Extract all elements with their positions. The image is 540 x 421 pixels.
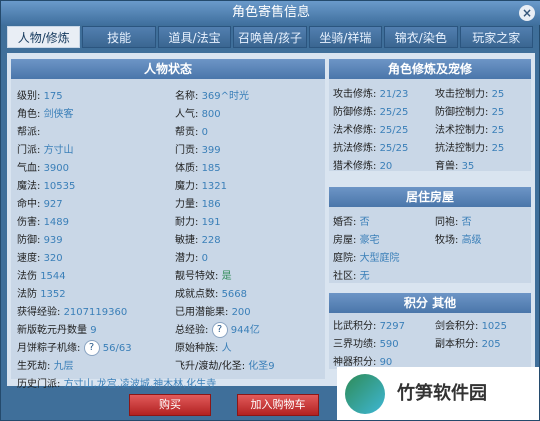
- training-hunting: 猎术修炼: 20: [333, 161, 393, 172]
- house-yard: 庭院: 大型庭院: [333, 253, 400, 264]
- training-attack: 攻击修炼: 21/23: [333, 89, 409, 100]
- house-panel: 居住房屋 婚否: 否 房屋: 豪宅 庭院: 大型庭院 社区: 无 同袍: 否 牧…: [329, 187, 531, 283]
- status-strength: 力量: 186: [175, 199, 221, 210]
- status-race: 原始种族: 人: [175, 343, 232, 354]
- status-magic: 魔力: 1321: [175, 181, 228, 192]
- status-hit: 命中: 927: [17, 199, 63, 210]
- add-to-cart-button[interactable]: 加入购物车: [237, 394, 319, 416]
- status-total-exp: 总经验: ? 944亿: [175, 322, 260, 338]
- house-married: 婚否: 否: [333, 217, 370, 228]
- status-header: 人物状态: [11, 59, 325, 79]
- status-mp: 魔法: 10535: [17, 181, 76, 192]
- training-header: 角色修炼及宠修: [329, 59, 531, 79]
- status-calamity: 生死劫: 九层: [17, 361, 74, 372]
- status-constitution: 体质: 185: [175, 163, 221, 174]
- status-magic-defense: 法防 1352: [17, 289, 66, 300]
- status-history-school: 历史门派: 方寸山,龙宫,凌波城,神木林,化生寺: [17, 379, 217, 390]
- status-damage: 伤害: 1489: [17, 217, 70, 228]
- training-resist: 抗法修炼: 25/25: [333, 143, 409, 154]
- training-panel: 角色修炼及宠修 攻击修炼: 21/23 防御修炼: 25/25 法术修炼: 25…: [329, 59, 531, 172]
- title-bar: 角色寄售信息 ×: [1, 1, 540, 25]
- points-sword-meet: 剑会积分: 1025: [435, 321, 508, 332]
- status-role: 角色: 剑侠客: [17, 109, 74, 120]
- house-house: 房屋: 豪宅: [333, 235, 380, 246]
- status-level: 级别: 175: [17, 91, 63, 102]
- points-dungeon: 副本积分: 205: [435, 339, 501, 350]
- house-header: 居住房屋: [329, 187, 531, 207]
- points-merit: 三界功绩: 590: [333, 339, 399, 350]
- house-brotherhood: 同袍: 否: [435, 217, 472, 228]
- training-beast-raising: 育兽: 35: [435, 161, 475, 172]
- status-fancy-id: 靓号特效: 是: [175, 271, 232, 282]
- status-name: 名称: 369^时光: [175, 91, 250, 102]
- status-guild-contribution: 帮贡: 0: [175, 127, 208, 138]
- tab-summons[interactable]: 召唤兽/孩子: [233, 26, 307, 48]
- status-guild: 帮派:: [17, 127, 41, 138]
- training-defense: 防御修炼: 25/25: [333, 107, 409, 118]
- training-resist-control: 抗法控制力: 25: [435, 143, 505, 154]
- tab-mounts[interactable]: 坐骑/祥瑞: [308, 26, 383, 48]
- status-school-contribution: 门贡: 399: [175, 145, 221, 156]
- tab-items[interactable]: 道具/法宝: [157, 26, 232, 48]
- help-icon[interactable]: ?: [211, 322, 228, 338]
- status-agility: 敏捷: 228: [175, 235, 221, 246]
- close-icon[interactable]: ×: [519, 5, 535, 21]
- status-achievement: 成就点数: 5668: [175, 289, 248, 300]
- tab-character-training[interactable]: 人物/修炼: [7, 26, 81, 48]
- buy-button[interactable]: 购买: [129, 394, 211, 416]
- tab-player-home[interactable]: 玩家之家: [459, 26, 533, 48]
- status-exp: 获得经验: 2107119360: [17, 307, 128, 318]
- status-speed: 速度: 320: [17, 253, 63, 264]
- sale-window: 角色寄售信息 × 人物/修炼 技能 道具/法宝 召唤兽/孩子 坐骑/祥瑞 锦衣/…: [0, 0, 540, 421]
- training-attack-control: 攻击控制力: 25: [435, 89, 505, 100]
- status-qianyuan: 新版乾元丹数量 9: [17, 325, 97, 336]
- status-endurance: 耐力: 191: [175, 217, 221, 228]
- status-defense: 防御: 939: [17, 235, 63, 246]
- training-defense-control: 防御控制力: 25: [435, 107, 505, 118]
- status-panel: 人物状态 级别: 175 角色: 剑侠客 帮派: 门派: 方寸山 气血: 390…: [11, 59, 325, 390]
- status-potential: 潜力: 0: [175, 253, 208, 264]
- points-artifact: 神器积分: 90: [333, 357, 393, 368]
- tab-skills[interactable]: 技能: [82, 26, 156, 48]
- content-area: 人物状态 级别: 175 角色: 剑侠客 帮派: 门派: 方寸山 气血: 390…: [7, 53, 535, 390]
- status-ascension: 飞升/渡劫/化圣: 化圣9: [175, 361, 275, 372]
- training-magic: 法术修炼: 25/25: [333, 125, 409, 136]
- tab-outfits[interactable]: 锦衣/染色: [384, 26, 458, 48]
- watermark-text: 竹笋软件园: [397, 383, 487, 404]
- status-hp: 气血: 3900: [17, 163, 70, 174]
- house-community: 社区: 无: [333, 271, 370, 282]
- points-panel: 积分 其他 比武积分: 7297 三界功绩: 590 神器积分: 90 剑会积分…: [329, 293, 531, 369]
- points-header: 积分 其他: [329, 293, 531, 313]
- points-pvp: 比武积分: 7297: [333, 321, 406, 332]
- help-icon[interactable]: ?: [83, 340, 100, 356]
- status-school: 门派: 方寸山: [17, 145, 74, 156]
- tab-bar: 人物/修炼 技能 道具/法宝 召唤兽/孩子 坐骑/祥瑞 锦衣/染色 玩家之家: [7, 26, 535, 48]
- window-title: 角色寄售信息: [231, 5, 310, 20]
- status-potential-fruit: 已用潜能果: 200: [175, 307, 251, 318]
- training-magic-control: 法术控制力: 25: [435, 125, 505, 136]
- status-magic-damage: 法伤 1544: [17, 271, 66, 282]
- status-mooncake: 月饼粽子机缘: ? 56/63: [17, 340, 132, 356]
- watermark-logo-icon: [345, 374, 385, 414]
- status-popularity: 人气: 800: [175, 109, 221, 120]
- house-ranch: 牧场: 高级: [435, 235, 482, 246]
- watermark: 竹笋软件园: [337, 367, 539, 420]
